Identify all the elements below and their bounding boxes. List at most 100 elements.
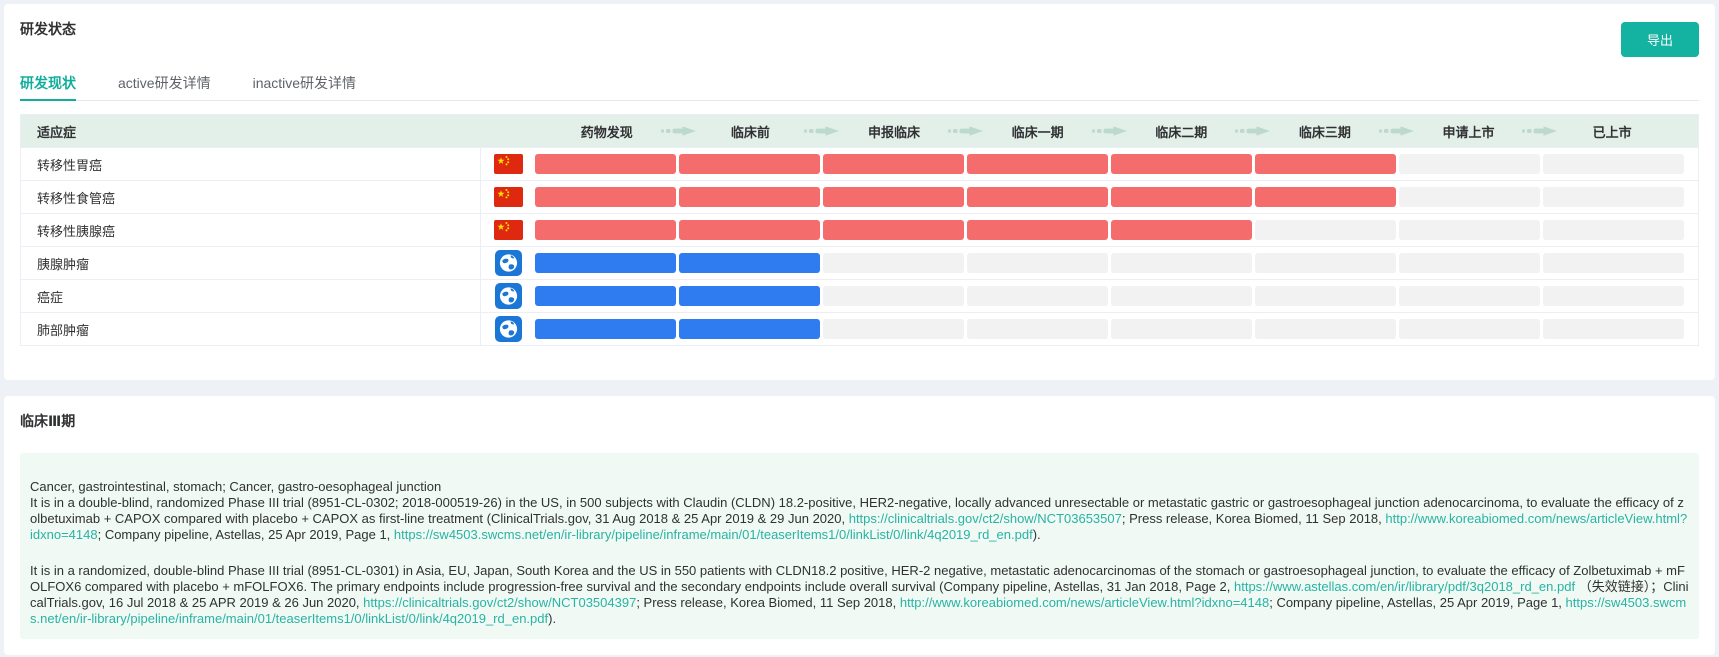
- stage-bars: [535, 154, 1698, 174]
- stage-label: 已上市: [1593, 125, 1632, 140]
- stage-bar-0-filled: [535, 319, 676, 339]
- stage-arrow-icon: [1235, 126, 1271, 136]
- stage-arrow-icon: [1092, 126, 1128, 136]
- stage-label: 临床前: [731, 125, 770, 140]
- stage-header-row: 药物发现 临床前 申报临床 临床一期 临床二期 临床三期 申请上市 已上市: [535, 122, 1698, 141]
- stage-header-2: 申报临床: [822, 122, 966, 141]
- china-flag-icon: [494, 220, 523, 240]
- detail-link[interactable]: https://clinicaltrials.gov/ct2/show/NCT0…: [849, 511, 1122, 526]
- stage-bar-4-filled: [1111, 187, 1252, 207]
- stage-bar-4-empty: [1111, 253, 1252, 273]
- stage-bar-6-empty: [1399, 319, 1540, 339]
- tab-0[interactable]: 研发现状: [20, 73, 76, 100]
- stage-label: 临床二期: [1155, 125, 1207, 140]
- stage-bar-1-filled: [679, 253, 820, 273]
- indication-name: 癌症: [21, 280, 481, 312]
- stage-arrow-icon: [661, 126, 697, 136]
- detail-link[interactable]: http://www.koreabiomed.com/news/articleV…: [900, 595, 1269, 610]
- rd-status-card: 研发状态 导出 研发现状active研发详情inactive研发详情 适应症 药…: [4, 4, 1715, 380]
- stage-bar-6-empty: [1399, 253, 1540, 273]
- detail-link[interactable]: https://clinicaltrials.gov/ct2/show/NCT0…: [363, 595, 636, 610]
- pipeline-row-1: 转移性食管癌: [21, 180, 1698, 213]
- indication-name: 胰腺肿瘤: [21, 247, 481, 279]
- stage-bar-3-empty: [967, 253, 1108, 273]
- stage-bars: [535, 319, 1698, 339]
- stage-arrow-icon: [948, 126, 984, 136]
- stage-bar-2-empty: [823, 286, 964, 306]
- stage-bar-7-empty: [1543, 220, 1684, 240]
- stage-bar-7-empty: [1543, 319, 1684, 339]
- stage-bar-5-empty: [1255, 319, 1396, 339]
- stage-bar-3-filled: [967, 187, 1108, 207]
- stage-bar-3-empty: [967, 286, 1108, 306]
- stage-bar-1-filled: [679, 154, 820, 174]
- stage-label: 药物发现: [581, 125, 633, 140]
- globe-badge: [481, 283, 535, 309]
- stage-bar-7-empty: [1543, 154, 1684, 174]
- stage-bars: [535, 253, 1698, 273]
- tab-bar: 研发现状 active研发详情 inactive研发详情: [20, 73, 1699, 101]
- detail-text: ).: [548, 611, 556, 626]
- stage-bar-6-empty: [1399, 154, 1540, 174]
- stage-label: 申请上市: [1443, 125, 1495, 140]
- stage-bar-4-filled: [1111, 220, 1252, 240]
- china-flag-icon: [494, 187, 523, 207]
- stage-bar-5-empty: [1255, 253, 1396, 273]
- detail-text: ; Company pipeline, Astellas, 25 Apr 201…: [1269, 595, 1565, 610]
- indication-name: 转移性食管癌: [21, 181, 481, 213]
- stage-bar-1-filled: [679, 319, 820, 339]
- stage-bar-3-empty: [967, 319, 1108, 339]
- stage-bar-6-empty: [1399, 286, 1540, 306]
- stage-bar-1-filled: [679, 187, 820, 207]
- globe-icon: [495, 316, 522, 342]
- stage-bar-1-filled: [679, 286, 820, 306]
- stage-bar-2-filled: [823, 154, 964, 174]
- china-flag-badge: [481, 187, 535, 207]
- stage-arrow-icon: [1379, 126, 1415, 136]
- stage-bar-0-filled: [535, 253, 676, 273]
- detail-text: Cancer, gastrointestinal, stomach; Cance…: [30, 479, 441, 494]
- stage-header-5: 临床三期: [1253, 122, 1397, 141]
- tab-2[interactable]: inactive研发详情: [253, 73, 356, 100]
- pipeline-row-2: 转移性胰腺癌: [21, 213, 1698, 246]
- stage-bar-2-filled: [823, 220, 964, 240]
- stage-bar-2-filled: [823, 187, 964, 207]
- stage-header-4: 临床二期: [1110, 122, 1254, 141]
- china-flag-icon: [494, 154, 523, 174]
- indication-name: 转移性胰腺癌: [21, 214, 481, 246]
- stage-bar-7-empty: [1543, 253, 1684, 273]
- indication-name: 转移性胃癌: [21, 148, 481, 180]
- column-header-indication: 适应症: [21, 122, 535, 141]
- detail-link[interactable]: https://sw4503.swcms.net/en/ir-library/p…: [394, 527, 1033, 542]
- export-button[interactable]: 导出: [1621, 22, 1699, 57]
- detail-link[interactable]: https://www.astellas.com/en/ir/library/p…: [1234, 579, 1575, 594]
- clinical-detail-box: Cancer, gastrointestinal, stomach; Cance…: [20, 453, 1699, 639]
- detail-text: ; Company pipeline, Astellas, 25 Apr 201…: [98, 527, 394, 542]
- stage-bar-6-empty: [1399, 220, 1540, 240]
- stage-header-0: 药物发现: [535, 122, 679, 141]
- section-title: 临床Ⅲ期: [20, 412, 1699, 431]
- globe-icon: [495, 250, 522, 276]
- tab-1[interactable]: active研发详情: [118, 73, 211, 100]
- stage-header-6: 申请上市: [1397, 122, 1541, 141]
- pipeline-table-header: 适应症 药物发现 临床前 申报临床 临床一期 临床二期 临床三期 申请上市 已上市: [21, 115, 1698, 147]
- stage-bar-5-empty: [1255, 220, 1396, 240]
- stage-arrow-icon: [1522, 126, 1558, 136]
- detail-text: ).: [1033, 527, 1041, 542]
- stage-bar-0-filled: [535, 220, 676, 240]
- detail-text: ; Press release, Korea Biomed, 11 Sep 20…: [1122, 511, 1386, 526]
- stage-header-1: 临床前: [679, 122, 823, 141]
- stage-bar-4-filled: [1111, 154, 1252, 174]
- stage-bars: [535, 220, 1698, 240]
- pipeline-row-5: 肺部肿瘤: [21, 312, 1698, 345]
- indication-name: 肺部肿瘤: [21, 313, 481, 345]
- stage-label: 临床一期: [1012, 125, 1064, 140]
- stage-bar-4-empty: [1111, 319, 1252, 339]
- stage-bar-7-empty: [1543, 286, 1684, 306]
- globe-badge: [481, 250, 535, 276]
- stage-bar-2-empty: [823, 253, 964, 273]
- stage-bar-4-empty: [1111, 286, 1252, 306]
- china-flag-badge: [481, 220, 535, 240]
- stage-label: 临床三期: [1299, 125, 1351, 140]
- china-flag-badge: [481, 154, 535, 174]
